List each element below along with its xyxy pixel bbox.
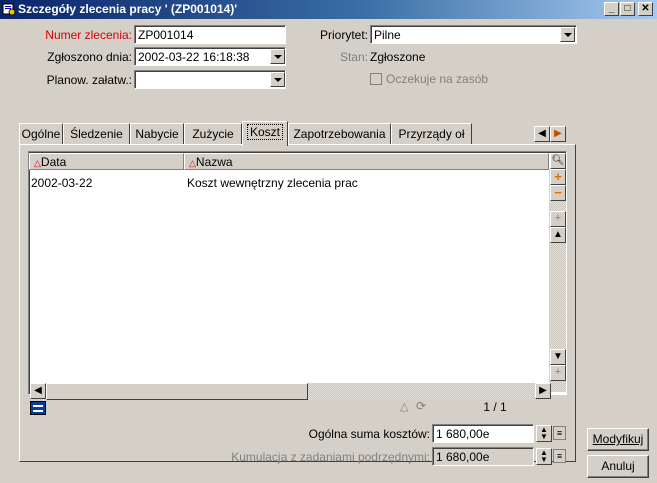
planned-date-dropdown-icon[interactable] <box>270 72 285 87</box>
total-cost-spinner-icon[interactable]: ▲ ▼ <box>536 425 552 442</box>
sort-indicator-icon: △ <box>189 158 196 168</box>
status-value: Zgłoszone <box>370 50 426 64</box>
tab-ogolne[interactable]: Ogólne <box>19 123 63 144</box>
refresh-icon[interactable]: ⟳ <box>416 399 426 413</box>
tab-scroll-right-icon[interactable]: ▶ <box>550 126 566 142</box>
minimize-icon[interactable]: _ <box>604 2 619 16</box>
reported-date-dropdown-icon[interactable] <box>270 49 285 64</box>
column-header-nazwa[interactable]: △Nazwa <box>184 153 549 170</box>
order-number-label: Numer zlecenia: <box>45 28 132 42</box>
total-cost-label: Ogólna suma kosztów: <box>308 427 430 441</box>
remove-icon[interactable]: − <box>550 185 566 201</box>
work-order-icon <box>2 3 16 16</box>
column-header-data[interactable]: △Data <box>29 153 184 170</box>
reported-date-field[interactable]: 2002-03-22 16:18:38 <box>134 47 286 66</box>
tab-zapotrzebowania[interactable]: Zapotrzebowania <box>288 123 391 144</box>
search-icon[interactable]: 🔍︎ <box>550 153 566 169</box>
nav-first-icon[interactable]: △ <box>400 400 408 413</box>
maximize-icon[interactable]: □ <box>620 2 635 16</box>
priority-dropdown-icon[interactable] <box>560 27 575 42</box>
column-header-nazwa-label: Nazwa <box>195 155 233 169</box>
expand-more-icon[interactable]: + <box>550 365 566 381</box>
pager-text: 1 / 1 <box>483 400 507 414</box>
horizontal-scroll-thumb[interactable] <box>46 383 308 400</box>
row-1-data[interactable]: 2002-03-22 <box>31 176 92 190</box>
total-cost-field[interactable]: 1 680,00e <box>432 424 534 443</box>
scroll-right-icon[interactable]: ▶ <box>535 383 551 399</box>
scroll-down-icon[interactable]: ▼ <box>550 349 566 365</box>
priority-label: Priorytet: <box>319 28 368 42</box>
window-title: Szczegóły zlecenia pracy ' (ZP001014)' <box>18 2 238 16</box>
cumulative-cost-spinner-icon[interactable]: ▲ ▼ <box>536 448 552 465</box>
awaiting-resource-checkbox[interactable] <box>370 73 382 85</box>
close-icon[interactable]: ✕ <box>638 2 653 16</box>
expand-icon[interactable]: + <box>550 211 566 227</box>
cumulative-cost-label: Kumulacja z zadaniami podrzędnymi: <box>231 450 430 464</box>
scroll-left-icon[interactable]: ◀ <box>30 383 46 399</box>
tab-zuzycie[interactable]: Zużycie <box>184 123 242 144</box>
status-label: Stan: <box>339 50 368 64</box>
awaiting-resource-label: Oczekuje na zasób <box>386 72 489 86</box>
list-config-icon[interactable] <box>30 401 46 415</box>
cumulative-cost-field: 1 680,00e <box>432 447 534 466</box>
priority-select[interactable]: Pilne <box>370 25 577 44</box>
tab-sledzenie[interactable]: Śledzenie <box>63 123 130 144</box>
row-1-nazwa[interactable]: Koszt wewnętrzny zlecenia prac <box>187 176 358 190</box>
add-icon[interactable]: + <box>550 169 566 185</box>
sort-indicator-icon: △ <box>34 158 41 168</box>
tab-koszt-label: Koszt <box>246 124 283 140</box>
currency-icon[interactable]: ≡ <box>553 426 566 440</box>
tab-przyrzady[interactable]: Przyrządy oł <box>391 123 472 144</box>
planned-label: Planow. załatw.: <box>46 73 132 87</box>
currency-icon[interactable]: ≡ <box>553 449 566 463</box>
column-header-data-label: Data <box>40 155 67 169</box>
tab-nabycie[interactable]: Nabycie <box>130 123 184 144</box>
tab-scroll-left-icon[interactable]: ◀ <box>534 126 550 142</box>
planned-date-field[interactable] <box>134 70 286 89</box>
order-number-field[interactable]: ZP001014 <box>134 25 286 44</box>
modify-button[interactable]: Modyfikuj <box>587 428 649 451</box>
scroll-up-icon[interactable]: ▲ <box>550 227 566 243</box>
reported-label: Zgłoszono dnia: <box>47 50 132 64</box>
tab-koszt[interactable]: Koszt <box>242 121 288 146</box>
cancel-button[interactable]: Anuluj <box>587 455 649 478</box>
